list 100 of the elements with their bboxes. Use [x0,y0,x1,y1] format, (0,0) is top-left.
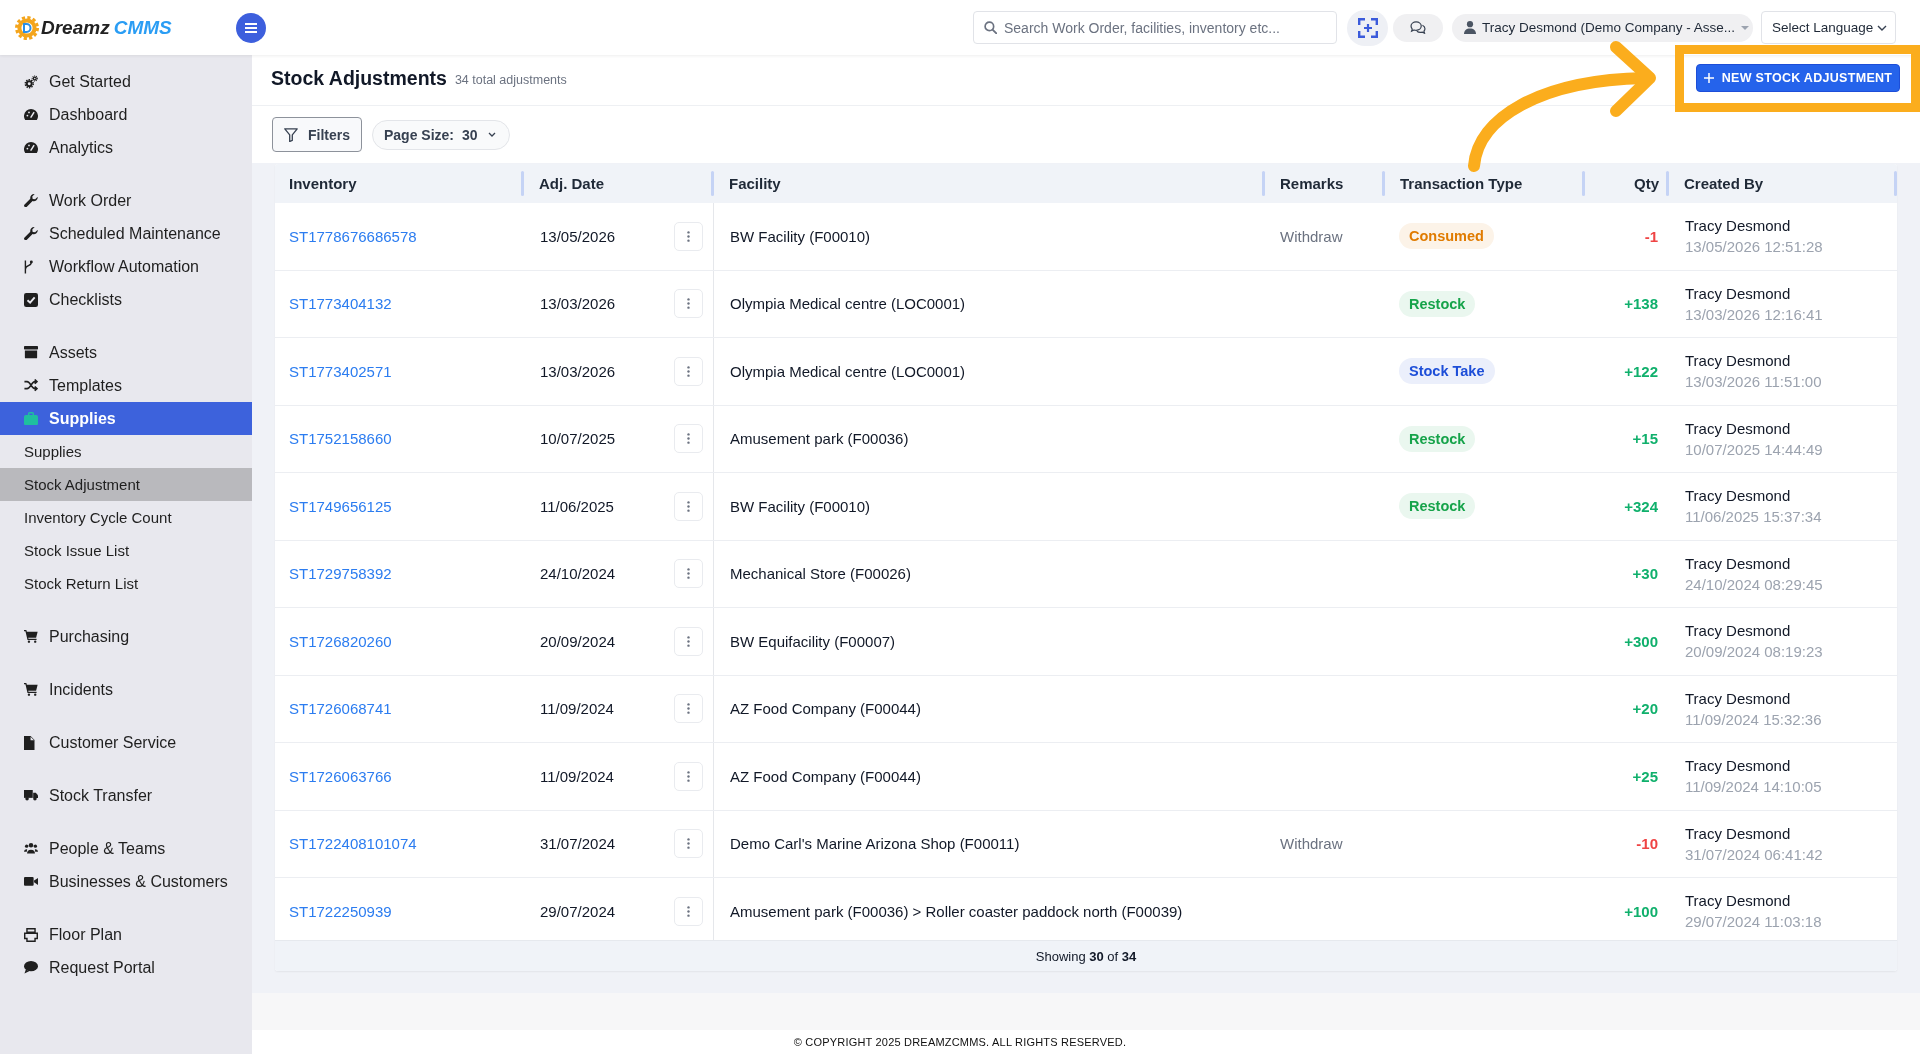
remarks-text: Withdraw [1280,835,1343,853]
created-time: 13/03/2026 11:51:00 [1685,372,1822,393]
row-actions-button[interactable] [674,761,703,791]
search-icon [984,21,997,34]
row-actions-button[interactable] [674,356,703,386]
plus-icon [1703,73,1714,83]
adjustment-date: 11/06/2025 [540,497,614,515]
column-heading: Adj. Date [539,175,604,192]
column-heading: Created By [1684,175,1764,192]
qty-value: +100 [1624,902,1658,920]
row-actions-button[interactable] [674,896,703,926]
adjustment-date: 29/07/2024 [540,902,616,920]
row-actions-button[interactable] [674,829,703,859]
sidebar-item[interactable]: Request Portal [0,951,252,984]
row-actions-button[interactable] [674,694,703,724]
row-actions-button[interactable] [674,626,703,656]
sidebar-item[interactable]: Purchasing [0,620,252,653]
inventory-link[interactable]: ST1752158660 [289,430,392,448]
kebab-icon [687,635,690,647]
inventory-link[interactable]: ST1729758392 [289,565,392,583]
sidebar-item[interactable]: Checklists [0,283,252,316]
inventory-link[interactable]: ST1773402571 [289,362,392,380]
sidebar-item[interactable]: People & Teams [0,832,252,865]
sidebar-item[interactable]: Supplies [0,402,252,435]
sidebar-item[interactable]: Customer Service [0,726,252,759]
sidebar-item[interactable]: Dashboard [0,98,252,131]
page-size-select[interactable]: Page Size: 30 [372,119,510,150]
kebab-icon [687,365,690,377]
inventory-link[interactable]: ST1773404132 [289,295,392,313]
adjustment-date: 11/09/2024 [540,767,614,785]
facility-name: Demo Carl's Marine Arizona Shop (F00011) [730,835,1020,853]
sidebar-item[interactable]: Scheduled Maintenance [0,217,252,250]
inventory-link[interactable]: ST1778676686578 [289,227,417,245]
new-stock-adjustment-button[interactable]: NEW STOCK ADJUSTMENT [1696,64,1900,92]
transaction-type-tag: Restock [1399,425,1476,452]
adjustment-date: 10/07/2025 [540,430,616,448]
adjustment-count: 34 total adjustments [454,73,567,87]
column-heading: Inventory [289,175,357,192]
creator-name: Tracy Desmond [1685,283,1791,304]
creator-name: Tracy Desmond [1685,216,1791,237]
row-actions-button[interactable] [674,559,703,589]
wrench-icon [24,193,38,208]
inventory-link[interactable]: ST1722250939 [289,902,392,920]
scan-button[interactable] [1347,9,1388,46]
chevron-down-icon [487,132,496,137]
menu-button[interactable] [236,12,266,43]
inventory-link[interactable]: ST1726068741 [289,700,392,718]
sidebar-item[interactable]: Floor Plan [0,918,252,951]
sidebar-subitem[interactable]: Stock Return List [0,567,252,600]
column-heading: Remarks [1280,175,1344,192]
created-time: 11/09/2024 15:32:36 [1685,709,1822,730]
sidebar-subitem[interactable]: Stock Adjustment [0,468,252,501]
sidebar-item[interactable]: Incidents [0,673,252,706]
sidebar-item[interactable]: Stock Transfer [0,779,252,812]
row-actions-button[interactable] [674,424,703,454]
language-select[interactable]: Select Language [1761,11,1896,44]
sidebar-item[interactable]: Workflow Automation [0,250,252,283]
facility-name: Olympia Medical centre (LOC0001) [730,295,966,313]
page-title: Stock Adjustments [271,66,447,90]
row-actions-button[interactable] [674,221,703,251]
row-actions-button[interactable] [674,491,703,521]
adjustment-date: 13/05/2026 [540,227,616,245]
adjustment-date: 11/09/2024 [540,700,614,718]
menu-icon [245,22,257,33]
created-time: 10/07/2025 14:44:49 [1685,439,1823,460]
kebab-icon [687,905,690,917]
sidebar-subitem[interactable]: Supplies [0,435,252,468]
transaction-type-tag: Restock [1399,290,1476,317]
truck-icon [24,790,38,801]
created-time: 11/09/2024 14:10:05 [1685,777,1822,798]
sidebar-item[interactable]: Businesses & Customers [0,865,252,898]
row-actions-button[interactable] [674,289,703,319]
facility-name: BW Facility (F00010) [730,227,871,245]
facility-name: Amusement park (F00036) [730,430,909,448]
sidebar-item[interactable]: Work Order [0,184,252,217]
sidebar-subitem[interactable]: Inventory Cycle Count [0,501,252,534]
search-field[interactable]: Search Work Order, facilities, inventory etc... [973,11,1337,44]
sidebar-item[interactable]: Templates [0,369,252,402]
inventory-link[interactable]: ST1726063766 [289,767,392,785]
kebab-icon [687,838,690,850]
adjustment-date: 31/07/2024 [540,835,616,853]
transaction-type-tag: Restock [1399,493,1476,520]
filters-button[interactable]: Filters [272,117,362,152]
chat-button[interactable] [1393,13,1443,42]
kebab-icon [687,500,690,512]
kebab-icon [687,568,690,580]
inventory-link[interactable]: ST1726820260 [289,632,392,650]
gears-icon [24,74,38,89]
sidebar-item[interactable]: Assets [0,336,252,369]
sidebar-item[interactable]: Get Started [0,65,252,98]
speech-bubble-icon [24,961,38,974]
created-time: 29/07/2024 11:03:18 [1685,912,1822,933]
inventory-link[interactable]: ST1722408101074 [289,835,417,853]
inventory-link[interactable]: ST1749656125 [289,497,392,515]
adjustment-date: 13/03/2026 [540,362,616,380]
sidebar-item[interactable]: Analytics [0,131,252,164]
sidebar-subitem[interactable]: Stock Issue List [0,534,252,567]
user-menu[interactable]: Tracy Desmond (Demo Company - Asse... [1452,13,1753,42]
facility-name: BW Equifacility (F00007) [730,632,896,650]
qty-value: +20 [1632,700,1658,718]
